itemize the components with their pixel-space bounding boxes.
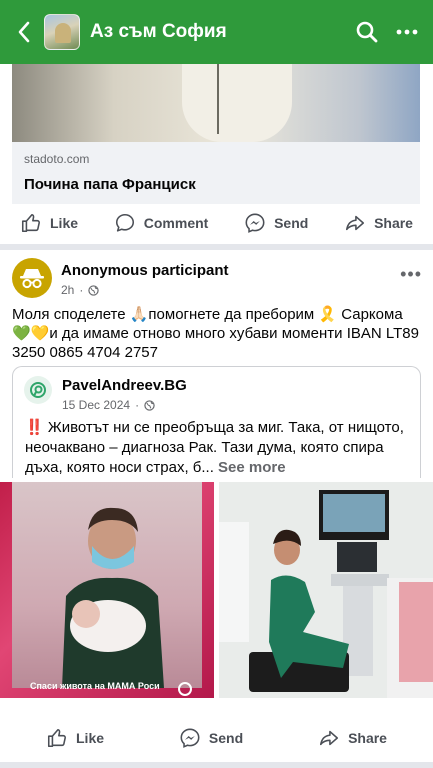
link-title: Почина папа Франциск [24, 176, 196, 193]
back-button[interactable] [4, 0, 44, 64]
group-title[interactable]: Аз съм София [90, 21, 347, 43]
shared-author[interactable]: PavelAndreev.BG [62, 377, 187, 394]
share-button[interactable]: Share [344, 212, 413, 234]
like-button-bottom[interactable]: Like [46, 727, 104, 749]
share-label-bottom: Share [348, 730, 387, 746]
post-more-button[interactable]: ••• [400, 264, 422, 285]
comment-icon [115, 213, 134, 232]
top-bar: Аз съм София [0, 0, 433, 64]
nurse-with-baby-image [62, 507, 164, 688]
shared-post[interactable]: PavelAndreev.BG 15 Dec 2024 · ‼️ Животът… [12, 366, 421, 478]
more-icon [396, 29, 418, 35]
messenger-icon [180, 728, 200, 748]
shared-text: ‼️ Животът ни се преобръща за миг. Така,… [25, 418, 415, 478]
like-label-bottom: Like [76, 730, 105, 746]
search-button[interactable] [347, 0, 387, 64]
send-label: Send [274, 215, 309, 231]
shared-date: 15 Dec 2024 · [62, 398, 155, 412]
post-header: Anonymous participant 2h · ••• [12, 258, 422, 302]
post-author[interactable]: Anonymous participant [61, 262, 229, 279]
thumbs-up-icon [21, 213, 40, 233]
share-icon [320, 730, 339, 746]
share-label: Share [374, 215, 413, 231]
post-photo-2[interactable] [219, 482, 433, 698]
post-text: Моля споделете 🙏🏻помогнете да преборим 🎗… [12, 306, 419, 361]
shared-date-label: 15 Dec 2024 [62, 398, 131, 412]
send-button-bottom[interactable]: Send [179, 727, 243, 749]
share-icon [346, 215, 365, 231]
search-icon [356, 21, 378, 43]
send-button[interactable]: Send [244, 212, 308, 234]
post-photo-1[interactable]: Спаси живота на МАМА Роси [0, 482, 214, 698]
like-button[interactable]: Like [20, 212, 78, 234]
anonymous-avatar[interactable] [12, 258, 52, 298]
photo-caption: Спаси живота на МАМА Роси [30, 681, 160, 691]
comment-button[interactable]: Comment [114, 212, 209, 234]
link-preview-card[interactable]: stadoto.com Почина папа Франциск [12, 64, 420, 204]
post-actions-top: Like Comment Send Share [0, 203, 433, 243]
post-time: 2h · [61, 283, 100, 297]
logo-icon [30, 382, 46, 398]
watermark-logo [178, 682, 192, 696]
post-separator [0, 244, 433, 250]
chevron-left-icon [18, 21, 30, 43]
link-preview-image [12, 64, 420, 142]
thumbs-up-icon [47, 728, 66, 748]
globe-icon [88, 284, 100, 296]
more-options-button[interactable] [387, 0, 427, 64]
nurse-with-ultrasound-image [219, 482, 433, 698]
post-actions-bottom: Like Send Share [0, 718, 433, 758]
shared-text-body: ‼️ Животът ни се преобръща за миг. Така,… [25, 419, 404, 476]
post-time-label: 2h [61, 283, 75, 297]
globe-icon [144, 399, 155, 411]
post-separator-bottom [0, 762, 433, 768]
messenger-icon [245, 213, 265, 233]
link-domain: stadoto.com [24, 152, 90, 166]
send-label-bottom: Send [208, 730, 244, 746]
like-label: Like [50, 215, 79, 231]
share-button-bottom[interactable]: Share [318, 727, 387, 749]
see-more-link[interactable]: See more [218, 459, 286, 476]
comment-label: Comment [143, 215, 209, 231]
group-avatar[interactable] [44, 14, 80, 50]
incognito-icon [20, 269, 44, 289]
shared-author-avatar[interactable] [24, 376, 52, 404]
